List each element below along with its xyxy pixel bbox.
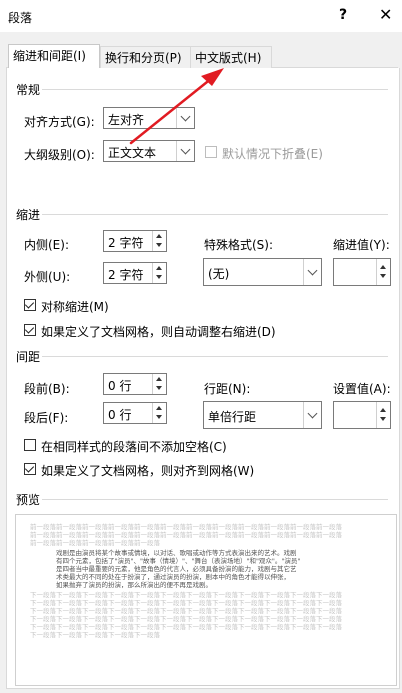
alignment-value: 左对齐: [108, 113, 145, 127]
line-spacing-label: 行距(N):: [204, 382, 251, 396]
outside-indent-spinner[interactable]: 2 字符: [103, 262, 167, 284]
spinner-buttons[interactable]: [152, 231, 166, 251]
next-paragraph-line: 下一段落下一段落下一段落下一段落下一段落下一段落下一段落下一段落下一段落下一段落…: [30, 599, 342, 607]
auto-adjust-right-indent-checkbox[interactable]: [24, 324, 36, 336]
spacing-section-title: 间距: [16, 350, 41, 364]
next-paragraph-line: 下一段落下一段落下一段落下一段落下一段落下一段落下一段落下一段落下一段落下一段落…: [30, 615, 342, 623]
next-paragraph-line: 下一段落下一段落下一段落下一段落下一段落: [30, 631, 160, 639]
inside-indent-value: 2 字符: [108, 236, 144, 250]
outline-level-select[interactable]: 正文文本: [103, 140, 195, 162]
window-title: 段落: [8, 11, 33, 25]
special-indent-select[interactable]: (无): [203, 258, 322, 286]
divider: [42, 499, 388, 500]
sample-paragraph-line: 戏剧是由演员将某个故事或情境，以对话、歌唱或动作等方式表演出来的艺术。戏剧: [56, 549, 297, 557]
tab-indents-spacing[interactable]: 缩进和间距(I): [8, 44, 100, 69]
indent-by-spinner[interactable]: [333, 258, 391, 286]
general-section-title: 常规: [16, 83, 41, 97]
spinner-buttons[interactable]: [152, 263, 166, 283]
space-before-spinner[interactable]: 0 行: [103, 373, 167, 395]
mirror-indents-label: 对称缩进(M): [41, 300, 109, 314]
sample-paragraph-line: 是四者当中最重要的元素，他是角色的代言人，必须具备扮演的能力，戏剧与其它艺: [56, 565, 297, 573]
space-after-spinner[interactable]: 0 行: [103, 402, 167, 424]
space-after-value: 0 行: [108, 408, 132, 422]
space-after-label: 段后(F):: [24, 411, 69, 425]
sample-paragraph-line: 有四个元素，包括了"演员"、"故事（情境）"、"舞台（表演场地）"和"观众"。"…: [56, 557, 301, 565]
no-space-same-style-label: 在相同样式的段落间不添加空格(C): [41, 440, 227, 454]
help-button[interactable]: ?: [339, 7, 347, 23]
divider: [42, 356, 388, 357]
outline-level-value: 正文文本: [108, 146, 157, 160]
preview-box: 前一段落前一段落前一段落前一段落前一段落前一段落前一段落前一段落前一段落前一段落…: [15, 514, 397, 686]
previous-paragraph-line: 前一段落前一段落前一段落前一段落前一段落: [30, 539, 160, 547]
chevron-down-icon[interactable]: [303, 402, 321, 428]
chevron-down-icon[interactable]: [176, 108, 194, 128]
snap-to-grid-checkbox[interactable]: [24, 463, 36, 475]
next-paragraph-line: 下一段落下一段落下一段落下一段落下一段落下一段落下一段落下一段落下一段落下一段落…: [30, 607, 342, 615]
tab-asian-typography[interactable]: 中文版式(H): [190, 46, 272, 69]
next-paragraph-line: 下一段落下一段落下一段落下一段落下一段落下一段落下一段落下一段落下一段落下一段落…: [30, 623, 342, 631]
space-before-label: 段前(B):: [24, 382, 70, 396]
spacing-at-spinner[interactable]: [333, 401, 391, 429]
divider: [42, 214, 388, 215]
collapse-by-default-label: 默认情况下折叠(E): [222, 147, 323, 161]
spinner-buttons[interactable]: [376, 402, 390, 428]
chevron-down-icon[interactable]: [303, 259, 321, 285]
alignment-select[interactable]: 左对齐: [103, 107, 195, 129]
space-before-value: 0 行: [108, 379, 132, 393]
spinner-buttons[interactable]: [152, 403, 166, 423]
special-indent-value: (无): [208, 267, 230, 281]
outside-indent-value: 2 字符: [108, 268, 144, 282]
spinner-buttons[interactable]: [376, 259, 390, 285]
snap-to-grid-label: 如果定义了文档网格，则对齐到网格(W): [41, 464, 255, 478]
spacing-at-label: 设置值(A):: [333, 382, 391, 396]
previous-paragraph-line: 前一段落前一段落前一段落前一段落前一段落前一段落前一段落前一段落前一段落前一段落…: [30, 523, 342, 531]
tab-label: 换行和分页(P): [105, 51, 182, 65]
alignment-label: 对齐方式(G):: [24, 115, 95, 129]
inside-indent-spinner[interactable]: 2 字符: [103, 230, 167, 252]
outline-level-label: 大纲级别(O):: [24, 148, 95, 162]
inside-indent-label: 内侧(E):: [24, 238, 69, 252]
line-spacing-select[interactable]: 单倍行距: [203, 401, 322, 429]
line-spacing-value: 单倍行距: [208, 410, 257, 424]
tab-label: 缩进和间距(I): [13, 49, 86, 63]
mirror-indents-checkbox[interactable]: [24, 299, 36, 311]
tab-line-page-breaks[interactable]: 换行和分页(P): [100, 46, 194, 69]
previous-paragraph-line: 前一段落前一段落前一段落前一段落前一段落前一段落前一段落前一段落前一段落前一段落…: [30, 531, 342, 539]
tab-label: 中文版式(H): [195, 51, 262, 65]
no-space-same-style-checkbox[interactable]: [24, 439, 36, 451]
outside-indent-label: 外侧(U):: [24, 270, 71, 284]
preview-section-title: 预览: [16, 493, 41, 507]
auto-adjust-right-indent-label: 如果定义了文档网格，则自动调整右缩进(D): [41, 325, 276, 339]
close-button[interactable]: ✕: [379, 5, 392, 24]
indent-section-title: 缩进: [16, 208, 41, 222]
next-paragraph-line: 下一段落下一段落下一段落下一段落下一段落下一段落下一段落下一段落下一段落下一段落…: [30, 591, 342, 599]
divider: [42, 89, 388, 90]
sample-paragraph-line: 如果抛弃了演员的扮演，那么所演出的便不再是戏剧。: [56, 581, 212, 589]
special-indent-label: 特殊格式(S):: [204, 238, 274, 252]
title-bar: 段落 ? ✕: [0, 0, 402, 32]
indent-by-label: 缩进值(Y):: [333, 238, 390, 252]
spinner-buttons[interactable]: [152, 374, 166, 394]
sample-paragraph-line: 术类最大的不同的处在于扮演了，通过演员的扮演，剧本中的角色才能得以伸张，: [56, 573, 290, 581]
chevron-down-icon[interactable]: [176, 141, 194, 161]
collapse-by-default-checkbox[interactable]: [205, 146, 217, 158]
